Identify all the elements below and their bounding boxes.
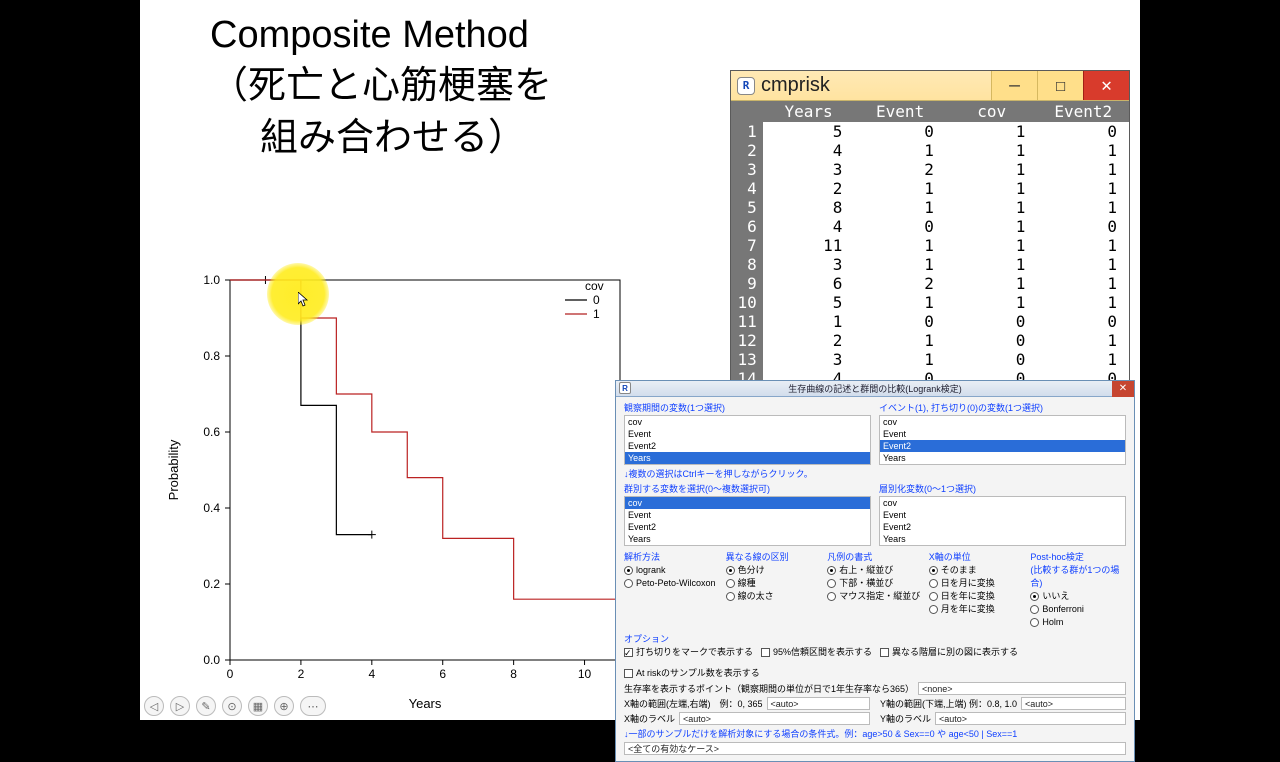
- subset-hint: ↓一部のサンプルだけを解析対象にする場合の条件式。例：age>50 & Sex=…: [624, 727, 1126, 740]
- obs-var-label: 観察期間の変数(1つ選択): [624, 401, 871, 414]
- svg-text:6: 6: [439, 667, 446, 681]
- data-window-titlebar[interactable]: R cmprisk — ☐ ✕: [731, 71, 1129, 101]
- legend-label: 凡例の書式: [827, 550, 923, 563]
- title-line-3: 組み合わせる）: [210, 117, 526, 159]
- subset-input[interactable]: <全ての有効なケース>: [624, 742, 1126, 755]
- strat-var-label: 層別化変数(0～1つ選択): [879, 482, 1126, 495]
- opt-layer-check[interactable]: 異なる階層に別の図に表示する: [880, 646, 1018, 659]
- dialog-close-button[interactable]: ✕: [1112, 381, 1134, 397]
- r-app-icon: R: [619, 382, 631, 394]
- pen-button[interactable]: ✎: [196, 696, 216, 716]
- dialog-title: 生存曲線の記述と群間の比較(Logrank検定): [788, 384, 962, 394]
- close-button[interactable]: ✕: [1083, 71, 1129, 100]
- radio-option[interactable]: 線種: [726, 577, 822, 590]
- slide-title: Composite Method （死亡と心筋梗塞を 組み合わせる）: [210, 10, 552, 164]
- dialog-titlebar[interactable]: R 生存曲線の記述と群間の比較(Logrank検定) ✕: [616, 381, 1134, 397]
- xunit-radiogroup[interactable]: そのまま日を月に変換日を年に変換月を年に変換: [929, 564, 1025, 616]
- laser-button[interactable]: ⊙: [222, 696, 242, 716]
- presenter-toolbar: ◁ ▷ ✎ ⊙ ▦ ⊕ ⋯: [144, 696, 326, 716]
- cursor-icon: [298, 292, 310, 308]
- group-var-label: 群別する変数を選択(0～複数選択可): [624, 482, 871, 495]
- data-grid: YearsEventcovEvent2150102411133211421115…: [731, 101, 1129, 388]
- svg-text:0: 0: [593, 293, 600, 307]
- options-label: オプション: [624, 632, 1126, 645]
- opt-ci-check[interactable]: 95%信頼区間を表示する: [761, 646, 872, 659]
- svg-text:2: 2: [298, 667, 305, 681]
- radio-option[interactable]: 下部・横並び: [827, 577, 923, 590]
- xunit-label: X軸の単位: [929, 550, 1025, 563]
- svg-text:8: 8: [510, 667, 517, 681]
- svg-text:4: 4: [368, 667, 375, 681]
- radio-option[interactable]: 日を年に変換: [929, 590, 1025, 603]
- title-line-1: Composite Method: [210, 14, 529, 56]
- ylabel-input[interactable]: <auto>: [935, 712, 1126, 725]
- rate-points-label: 生存率を表示するポイント（観察期間の単位が日で1年生存率なら365）: [624, 682, 914, 695]
- radio-option[interactable]: 日を月に変換: [929, 577, 1025, 590]
- svg-text:1: 1: [593, 307, 600, 321]
- svg-text:1.0: 1.0: [203, 273, 220, 287]
- svg-text:Probability: Probability: [166, 439, 181, 500]
- svg-text:10: 10: [578, 667, 592, 681]
- radio-option[interactable]: 線の太さ: [726, 590, 822, 603]
- analysis-label: 解析方法: [624, 550, 720, 563]
- radio-option[interactable]: 右上・縦並び: [827, 564, 923, 577]
- km-chart: 0.00.20.40.60.81.00246810YearsProbabilit…: [160, 260, 650, 720]
- r-app-icon: R: [737, 77, 755, 95]
- yrange-label: Y軸の範囲(下端,上端) 例：0.8, 1.0: [880, 697, 1017, 710]
- posthoc-label: Post-hoc検定 (比較する群が1つの場合): [1030, 550, 1126, 589]
- svg-text:0.6: 0.6: [203, 425, 220, 439]
- ctrl-hint: ↓複数の選択はCtrlキーを押しながらクリック。: [624, 467, 1126, 480]
- svg-text:0.4: 0.4: [203, 501, 220, 515]
- data-window: R cmprisk — ☐ ✕ YearsEventcovEvent215010…: [730, 70, 1130, 389]
- data-window-title: cmprisk: [761, 74, 991, 97]
- svg-text:cov: cov: [585, 279, 604, 293]
- maximize-button[interactable]: ☐: [1037, 71, 1083, 100]
- radio-option[interactable]: マウス指定・縦並び: [827, 590, 923, 603]
- grid-button[interactable]: ▦: [248, 696, 268, 716]
- linedist-radiogroup[interactable]: 色分け線種線の太さ: [726, 564, 822, 603]
- svg-text:0.2: 0.2: [203, 577, 220, 591]
- group-var-listbox[interactable]: covEventEvent2Years: [624, 496, 871, 546]
- title-line-2: （死亡と心筋梗塞を: [210, 65, 552, 107]
- rate-points-input[interactable]: <none>: [918, 682, 1126, 695]
- radio-option[interactable]: Bonferroni: [1030, 603, 1126, 616]
- xlabel-label: X軸のラベル: [624, 712, 675, 725]
- opt-atrisk-check[interactable]: At riskのサンプル数を表示する: [624, 667, 760, 680]
- xlabel-input[interactable]: <auto>: [679, 712, 870, 725]
- svg-text:0: 0: [227, 667, 234, 681]
- opt-censor-check[interactable]: 打ち切りをマークで表示する: [624, 646, 753, 659]
- logrank-dialog: R 生存曲線の記述と群間の比較(Logrank検定) ✕ 観察期間の変数(1つ選…: [615, 380, 1135, 762]
- more-button[interactable]: ⋯: [300, 696, 326, 716]
- radio-option[interactable]: 月を年に変換: [929, 603, 1025, 616]
- radio-option[interactable]: Holm: [1030, 616, 1126, 629]
- svg-text:0.0: 0.0: [203, 653, 220, 667]
- radio-option[interactable]: いいえ: [1030, 590, 1126, 603]
- svg-text:Years: Years: [409, 696, 442, 711]
- obs-var-listbox[interactable]: covEventEvent2Years: [624, 415, 871, 465]
- linedist-label: 異なる線の区別: [726, 550, 822, 563]
- ylabel-label: Y軸のラベル: [880, 712, 931, 725]
- svg-text:0.8: 0.8: [203, 349, 220, 363]
- next-slide-button[interactable]: ▷: [170, 696, 190, 716]
- event-var-label: イベント(1), 打ち切り(0)の変数(1つ選択): [879, 401, 1126, 414]
- xrange-input[interactable]: <auto>: [767, 697, 870, 710]
- prev-slide-button[interactable]: ◁: [144, 696, 164, 716]
- event-var-listbox[interactable]: covEventEvent2Years: [879, 415, 1126, 465]
- xrange-label: X軸の範囲(左端,右端) 例：0, 365: [624, 697, 763, 710]
- radio-option[interactable]: Peto-Peto-Wilcoxon: [624, 577, 720, 590]
- legend-radiogroup[interactable]: 右上・縦並び下部・横並びマウス指定・縦並び: [827, 564, 923, 603]
- strat-var-listbox[interactable]: covEventEvent2Years: [879, 496, 1126, 546]
- analysis-radiogroup[interactable]: logrankPeto-Peto-Wilcoxon: [624, 564, 720, 590]
- radio-option[interactable]: 色分け: [726, 564, 822, 577]
- yrange-input[interactable]: <auto>: [1021, 697, 1126, 710]
- posthoc-radiogroup[interactable]: いいえBonferroniHolm: [1030, 590, 1126, 629]
- zoom-button[interactable]: ⊕: [274, 696, 294, 716]
- radio-option[interactable]: logrank: [624, 564, 720, 577]
- radio-option[interactable]: そのまま: [929, 564, 1025, 577]
- minimize-button[interactable]: —: [991, 71, 1037, 100]
